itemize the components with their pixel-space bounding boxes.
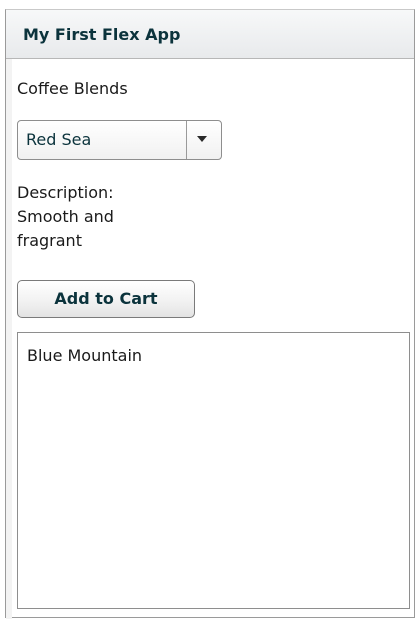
coffee-blends-label: Coffee Blends xyxy=(17,79,128,98)
description-line: Smooth and xyxy=(17,207,114,226)
description-line: Description: xyxy=(17,183,114,202)
panel-edge xyxy=(6,59,12,619)
chevron-down-icon[interactable] xyxy=(197,136,207,142)
description-line: fragrant xyxy=(17,231,82,250)
list-item[interactable]: Blue Mountain xyxy=(27,346,142,365)
cart-list[interactable]: Blue Mountain xyxy=(17,332,410,609)
add-to-cart-button[interactable]: Add to Cart xyxy=(17,280,195,318)
select-divider xyxy=(186,121,187,159)
panel-title: My First Flex App xyxy=(23,25,181,44)
description-text: Description: Smooth and fragrant xyxy=(17,181,217,253)
coffee-blend-selected-value: Red Sea xyxy=(26,130,92,149)
panel-header: My First Flex App xyxy=(6,10,414,59)
coffee-blend-select[interactable]: Red Sea xyxy=(17,120,222,160)
